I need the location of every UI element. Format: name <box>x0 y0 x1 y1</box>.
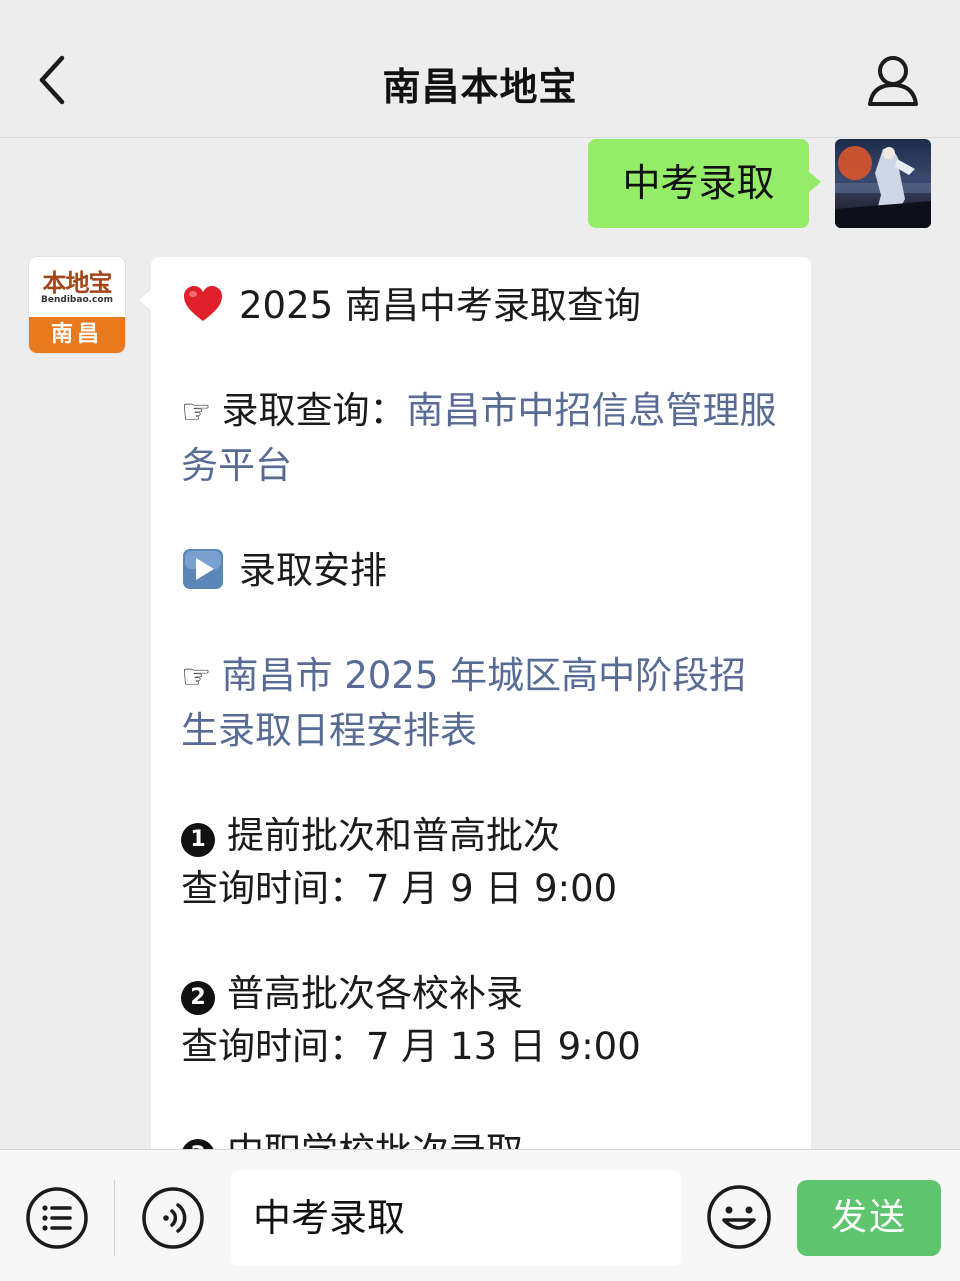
bot-avatar[interactable]: 本地宝 Bendibao.com 南昌 <box>29 257 125 353</box>
divider <box>114 1180 115 1256</box>
item-1-title: 提前批次和普高批次 <box>227 814 560 857</box>
person-icon <box>868 56 918 106</box>
menu-button[interactable] <box>25 1186 89 1250</box>
logo-panel: 本地宝 Bendibao.com <box>29 257 125 317</box>
chat-area[interactable]: 中考录取 本地宝 Bendibao.com 南昌 2025 南昌中考录取查询 ☞… <box>0 139 960 1149</box>
number-3-icon: 3 <box>181 1139 215 1149</box>
message-title: 2025 南昌中考录取查询 <box>239 284 641 327</box>
incoming-message: 2025 南昌中考录取查询 ☞ 录取查询：南昌市中招信息管理服务平台 录取安排 ☞… <box>139 257 811 1149</box>
query-label: 录取查询： <box>221 389 407 432</box>
red-heart-icon <box>184 286 222 321</box>
arrangement-line: 录取安排 <box>181 544 781 597</box>
item-1-title-line: 1 提前批次和普高批次 <box>181 809 781 862</box>
query-line: ☞ 录取查询：南昌市中招信息管理服务平台 <box>181 384 781 492</box>
smiley-icon <box>707 1185 771 1249</box>
play-button-icon <box>183 549 223 589</box>
number-1-icon: 1 <box>181 823 215 857</box>
voice-button[interactable] <box>141 1186 205 1250</box>
outgoing-message[interactable]: 中考录取 <box>588 139 821 228</box>
logo-domain: Bendibao.com <box>41 295 113 305</box>
item-2-title: 普高批次各校补录 <box>227 972 523 1015</box>
top-bar: 南昌本地宝 <box>0 0 960 138</box>
emoji-button[interactable] <box>706 1184 772 1250</box>
pointing-hand-icon: ☞ <box>181 657 212 697</box>
arrangement-label: 录取安排 <box>239 549 387 592</box>
pointing-hand-icon: ☞ <box>181 392 212 432</box>
item-1-time: 查询时间：7 月 9 日 9:00 <box>181 867 618 910</box>
item-3-title-line: 3 中职学校批次录取 <box>181 1125 781 1149</box>
item-2-time: 查询时间：7 月 13 日 9:00 <box>181 1025 641 1068</box>
message-title-line: 2025 南昌中考录取查询 <box>181 279 781 332</box>
number-2-icon: 2 <box>181 981 215 1015</box>
profile-button[interactable] <box>862 52 924 112</box>
logo-text: 本地宝 <box>42 269 113 297</box>
item-3-title: 中职学校批次录取 <box>227 1130 523 1149</box>
item-2-title-line: 2 普高批次各校补录 <box>181 967 781 1020</box>
schedule-line: ☞ 南昌市 2025 年城区高中阶段招生录取日程安排表 <box>181 649 781 757</box>
avatar-artwork <box>835 146 931 228</box>
chat-title: 南昌本地宝 <box>382 65 578 109</box>
input-bar: 中考录取 发送 <box>0 1149 960 1281</box>
message-input[interactable]: 中考录取 <box>231 1170 681 1266</box>
logo-city: 南昌 <box>29 317 125 353</box>
my-avatar[interactable] <box>835 139 931 228</box>
schedule-link[interactable]: 南昌市 2025 年城区高中阶段招生录取日程安排表 <box>181 654 746 752</box>
list-menu-icon <box>26 1187 88 1249</box>
send-button[interactable]: 发送 <box>797 1180 941 1256</box>
voice-icon <box>142 1187 204 1249</box>
